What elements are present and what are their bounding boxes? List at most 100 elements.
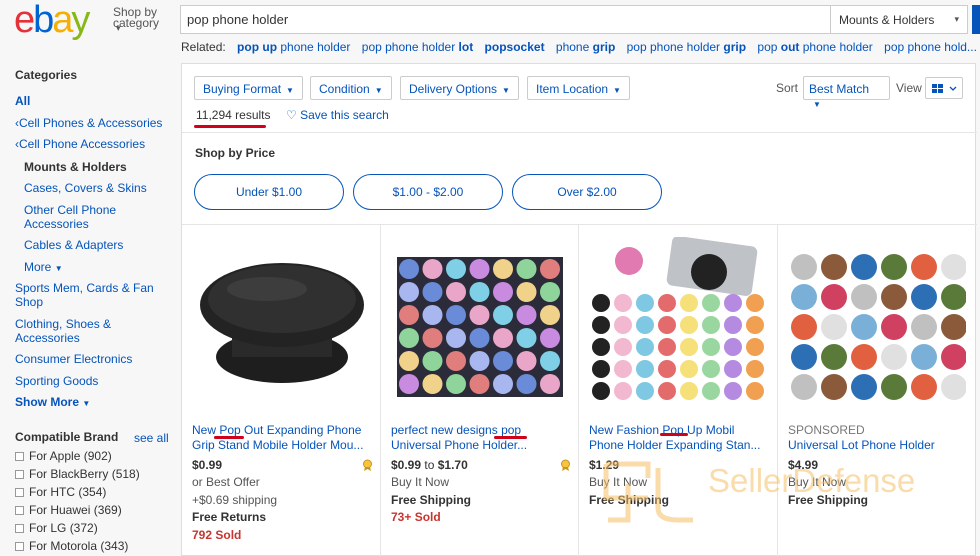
category-label: Cell Phones & Accessories — [19, 116, 163, 130]
checkbox[interactable] — [15, 451, 24, 461]
thumbnail-shape — [614, 338, 632, 356]
save-search-link[interactable]: ♡ Save this search — [286, 108, 389, 122]
search-button[interactable] — [972, 5, 980, 34]
thumbnail-shape — [399, 374, 419, 394]
related-link[interactable]: pop phone holder lot — [362, 40, 473, 54]
product-title[interactable]: New Fashion Pop Up Mobil Phone Holder Exp… — [589, 423, 767, 453]
related-link[interactable]: pop out phone holder — [757, 40, 872, 54]
category-clothing-link[interactable]: Clothing, Shoes & Accessories — [15, 317, 111, 345]
search-input[interactable] — [181, 6, 830, 33]
item-location-filter[interactable]: Item Location ▼ — [527, 76, 630, 100]
sort-select[interactable]: Best Match ▼ — [803, 76, 890, 109]
thumbnail-shape — [851, 314, 877, 340]
thumbnail-shape — [493, 351, 513, 371]
logo-letter-e: e — [14, 0, 35, 41]
results-count: 11,294 results — [196, 108, 271, 122]
price-pill-1-to-2[interactable]: $1.00 - $2.00 — [353, 174, 503, 210]
price-to-word: to — [424, 458, 435, 472]
checkbox[interactable] — [15, 541, 24, 551]
category-select[interactable]: Mounts & Holders ▾ — [830, 5, 968, 34]
product-image[interactable] — [192, 237, 370, 413]
logo-letter-b: b — [33, 0, 54, 41]
related-bold: popsocket — [484, 40, 545, 54]
thumbnail-shape — [469, 305, 490, 325]
checkbox[interactable] — [15, 505, 24, 515]
thumbnail-shape — [516, 282, 537, 302]
thumbnail-shape — [399, 351, 419, 371]
delivery-options-filter[interactable]: Delivery Options ▼ — [400, 76, 519, 100]
subcategory-cases-link[interactable]: Cases, Covers & Skins — [24, 181, 147, 195]
filter-label: Buying Format — [203, 82, 282, 96]
brand-count: (518) — [111, 467, 140, 481]
brand-count: (343) — [100, 539, 129, 553]
thumbnail-shape — [821, 284, 847, 310]
shop-by-price-heading: Shop by Price — [195, 146, 276, 160]
condition-filter[interactable]: Condition ▼ — [310, 76, 392, 100]
checkbox[interactable] — [15, 469, 24, 479]
thumbnail-shape — [540, 351, 560, 371]
title-line: perfect new designs pop — [391, 423, 522, 437]
related-rest: phone holder — [799, 40, 873, 54]
show-more-link[interactable]: Show More ▼ — [15, 395, 90, 411]
ebay-logo[interactable]: ebay — [14, 0, 90, 41]
thumbnail-shape — [680, 338, 698, 356]
price-pill-under-1[interactable]: Under $1.00 — [194, 174, 344, 210]
category-select-value: Mounts & Holders — [839, 13, 935, 27]
product-card[interactable]: New Fashion Pop Up Mobil Phone Holder Exp… — [579, 225, 778, 556]
brand-filter-row[interactable]: For Motorola (343) — [15, 539, 128, 553]
category-cell-phones-link[interactable]: ‹Cell Phones & Accessories — [15, 116, 162, 130]
product-image[interactable] — [589, 237, 767, 413]
checkbox[interactable] — [15, 487, 24, 497]
thumbnail-shape — [614, 382, 632, 400]
view-toggle[interactable] — [925, 77, 963, 99]
thumbnail-shape — [941, 284, 966, 310]
subcategory-other-link[interactable]: Other Cell Phone Accessories — [24, 203, 116, 231]
thumbnail-shape — [493, 282, 513, 302]
related-link[interactable]: phone grip — [556, 40, 615, 54]
thumbnail-shape — [469, 374, 490, 394]
related-link[interactable]: pop up phone holder — [237, 40, 350, 54]
title-line: Phone Holder Expanding Stan... — [589, 438, 761, 452]
brand-name: For Huawei — [29, 503, 91, 517]
thumbnail-shape — [680, 360, 698, 378]
thumbnail-shape — [821, 374, 847, 400]
category-sports-link[interactable]: Sports Mem, Cards & Fan Shop — [15, 281, 154, 309]
buying-format-filter[interactable]: Buying Format ▼ — [194, 76, 303, 100]
related-link[interactable]: pop phone holder grip — [627, 40, 746, 54]
product-card[interactable]: New Pop Out Expanding Phone Grip Stand Mo… — [182, 225, 381, 556]
price-pill-over-2[interactable]: Over $2.00 — [512, 174, 662, 210]
thumbnail-shape — [493, 328, 513, 348]
thumbnail-shape — [791, 374, 817, 400]
brand-filter-row[interactable]: For HTC (354) — [15, 485, 106, 499]
category-consumer-link[interactable]: Consumer Electronics — [15, 352, 132, 366]
checkbox[interactable] — [15, 523, 24, 533]
product-title[interactable]: perfect new designs pop Universal Phone H… — [391, 423, 569, 453]
product-card[interactable]: SPONSORED Universal Lot Phone Holder $4.… — [778, 225, 977, 556]
product-image[interactable] — [788, 237, 966, 413]
product-image[interactable] — [391, 237, 569, 413]
product-card[interactable]: perfect new designs pop Universal Phone H… — [381, 225, 579, 556]
brand-filter-row[interactable]: For BlackBerry (518) — [15, 467, 140, 481]
category-sporting-link[interactable]: Sporting Goods — [15, 374, 98, 388]
product-title[interactable]: Universal Lot Phone Holder — [788, 438, 966, 453]
see-all-link[interactable]: see all — [134, 431, 169, 445]
shop-by-category-button[interactable]: Shop by category ▾ — [113, 6, 159, 33]
category-all-link[interactable]: All — [15, 94, 30, 108]
category-cell-acc-link[interactable]: ‹Cell Phone Accessories — [15, 137, 145, 151]
brand-filter-row[interactable]: For Apple (902) — [15, 449, 112, 463]
subcategory-cables-link[interactable]: Cables & Adapters — [24, 238, 123, 252]
thumbnail-shape — [851, 374, 877, 400]
thumbnail-shape — [446, 259, 466, 279]
product-price: $0.99 to $1.70 — [391, 458, 468, 472]
thumbnail-shape — [469, 259, 490, 279]
divider — [182, 132, 977, 133]
related-link[interactable]: pop phone hold... — [884, 40, 977, 54]
category-label: Cell Phone Accessories — [19, 137, 146, 151]
thumbnail-shape — [821, 314, 847, 340]
brand-filter-row[interactable]: For Huawei (369) — [15, 503, 122, 517]
brand-filter-row[interactable]: For LG (372) — [15, 521, 98, 535]
more-categories-link[interactable]: More ▼ — [24, 260, 63, 276]
related-link[interactable]: popsocket — [485, 40, 545, 54]
thumbnail-shape — [791, 284, 817, 310]
price-to: $1.70 — [437, 458, 468, 472]
